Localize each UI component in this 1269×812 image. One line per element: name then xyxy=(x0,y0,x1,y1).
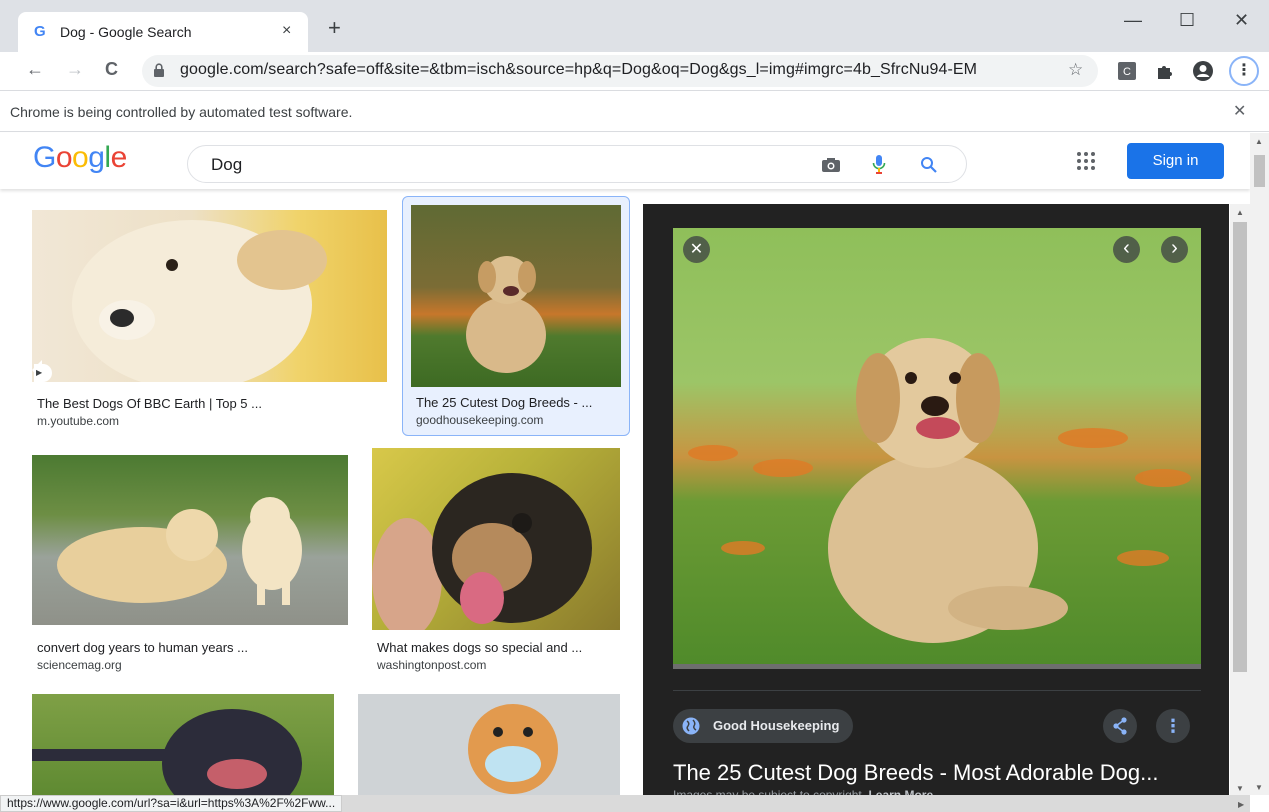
panel-scroll-up-arrow[interactable]: ▲ xyxy=(1236,208,1244,217)
tab-title: Dog - Google Search xyxy=(60,24,192,40)
result-image[interactable] xyxy=(32,694,334,795)
browser-window: G Dog - Google Search × + — ☐ ✕ ← → C go… xyxy=(0,0,1269,812)
result-title: The Best Dogs Of BBC Earth | Top 5 ... xyxy=(37,396,262,411)
svg-text:C: C xyxy=(1123,66,1131,78)
infobar-close-icon[interactable]: ✕ xyxy=(1233,101,1246,121)
play-icon: ▶ xyxy=(34,364,52,382)
camera-icon[interactable] xyxy=(821,157,841,173)
profile-avatar-icon[interactable] xyxy=(1192,60,1214,82)
source-chip-label: Good Housekeeping xyxy=(713,718,840,733)
result-source: sciencemag.org xyxy=(37,658,122,672)
bookmark-star-icon[interactable]: ☆ xyxy=(1068,60,1083,80)
minimize-button[interactable]: — xyxy=(1124,10,1142,31)
close-window-button[interactable]: ✕ xyxy=(1234,10,1249,31)
browser-toolbar: ← → C google.com/search?safe=off&site=&t… xyxy=(0,52,1269,90)
more-options-button[interactable]: ⋮ xyxy=(1156,709,1190,743)
result-source: washingtonpost.com xyxy=(377,658,487,672)
result-title: What makes dogs so special and ... xyxy=(377,640,583,655)
preview-image[interactable]: ✕ ‹ › xyxy=(673,228,1201,669)
scroll-right-arrow[interactable]: ▶ xyxy=(1238,800,1244,809)
result-title: convert dog years to human years ... xyxy=(37,640,248,655)
panel-scroll-down-arrow[interactable]: ▼ xyxy=(1236,784,1244,793)
image-preview-panel: ✕ ‹ › Good Housekeeping ⋮ The 25 Cutest … xyxy=(643,204,1229,812)
new-tab-button[interactable]: + xyxy=(328,17,341,39)
extensions-puzzle-icon[interactable] xyxy=(1156,62,1174,80)
result-source: m.youtube.com xyxy=(37,414,120,428)
google-logo[interactable]: Google xyxy=(33,141,127,175)
next-image-button[interactable]: › xyxy=(1161,236,1188,263)
result-image[interactable] xyxy=(372,448,620,630)
panel-divider xyxy=(673,690,1201,691)
search-input[interactable]: Dog xyxy=(211,155,242,175)
tab-close-icon[interactable]: × xyxy=(282,22,291,40)
address-bar[interactable]: google.com/search?safe=off&site=&tbm=isc… xyxy=(142,55,1098,87)
panel-scrollbar[interactable]: ▲ ▼ xyxy=(1230,204,1250,812)
page-scrollbar[interactable]: ▲ ▼ xyxy=(1250,133,1269,795)
google-apps-icon[interactable] xyxy=(1076,151,1096,171)
scroll-up-arrow[interactable]: ▲ xyxy=(1255,137,1263,146)
microphone-icon[interactable] xyxy=(872,154,886,176)
google-header: Google Dog Sign in xyxy=(0,133,1250,189)
globe-icon xyxy=(682,717,700,735)
extension-c-icon[interactable]: C xyxy=(1118,62,1136,80)
share-button[interactable] xyxy=(1103,709,1137,743)
automation-infobar: Chrome is being controlled by automated … xyxy=(0,90,1269,132)
close-preview-button[interactable]: ✕ xyxy=(683,236,710,263)
back-button[interactable]: ← xyxy=(26,59,44,80)
result-image[interactable] xyxy=(358,694,620,795)
reload-button[interactable]: C xyxy=(105,59,118,80)
tab-strip: G Dog - Google Search × + — ☐ ✕ xyxy=(0,0,1269,52)
result-image[interactable] xyxy=(32,455,348,625)
result-image[interactable] xyxy=(32,210,387,382)
preview-title[interactable]: The 25 Cutest Dog Breeds - Most Adorable… xyxy=(673,760,1158,786)
maximize-button[interactable]: ☐ xyxy=(1179,10,1195,31)
search-box[interactable]: Dog xyxy=(187,145,967,183)
tab-google-search[interactable]: G Dog - Google Search × xyxy=(18,12,308,52)
share-icon xyxy=(1113,717,1127,735)
scroll-down-arrow[interactable]: ▼ xyxy=(1255,783,1263,792)
sign-in-button[interactable]: Sign in xyxy=(1127,143,1224,179)
panel-scrollbar-thumb[interactable] xyxy=(1233,222,1247,672)
search-icon[interactable] xyxy=(920,156,938,174)
page-scrollbar-thumb[interactable] xyxy=(1254,155,1265,187)
source-chip[interactable]: Good Housekeeping xyxy=(673,709,854,743)
result-title: The 25 Cutest Dog Breeds - ... xyxy=(416,395,593,410)
result-image[interactable] xyxy=(411,205,621,387)
result-source: goodhousekeeping.com xyxy=(416,413,544,427)
url-text: google.com/search?safe=off&site=&tbm=isc… xyxy=(180,61,978,78)
result-card-2-selected[interactable]: The 25 Cutest Dog Breeds - ... goodhouse… xyxy=(402,196,630,436)
status-bar-url: https://www.google.com/url?sa=i&url=http… xyxy=(0,795,343,812)
google-favicon-icon: G xyxy=(34,23,46,40)
infobar-message: Chrome is being controlled by automated … xyxy=(10,104,353,120)
lock-icon xyxy=(154,63,164,77)
forward-button[interactable]: → xyxy=(66,59,84,80)
previous-image-button[interactable]: ‹ xyxy=(1113,236,1140,263)
chrome-menu-button[interactable]: ⋮ xyxy=(1229,56,1259,86)
